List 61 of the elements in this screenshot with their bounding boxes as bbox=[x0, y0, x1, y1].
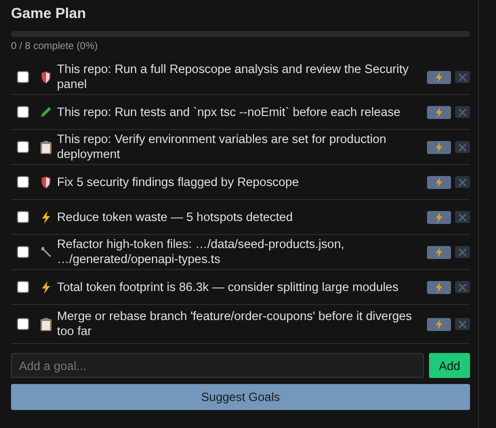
goal-text: Fix 5 security findings flagged by Reposcope bbox=[57, 174, 300, 190]
focus-button[interactable] bbox=[427, 140, 451, 154]
remove-button[interactable] bbox=[455, 141, 470, 153]
goal-input-field[interactable]: Add a goal... bbox=[11, 353, 424, 378]
close-icon bbox=[458, 142, 467, 152]
close-icon bbox=[458, 248, 467, 256]
shield-icon bbox=[40, 70, 50, 84]
lightning-icon bbox=[435, 106, 443, 118]
remove-button[interactable] bbox=[455, 246, 470, 258]
goal-checkbox[interactable] bbox=[17, 318, 29, 330]
lightning-icon bbox=[435, 142, 443, 152]
lightning-icon bbox=[435, 212, 443, 222]
panel-title: Game Plan bbox=[11, 5, 87, 24]
remove-button[interactable] bbox=[455, 281, 470, 293]
goal-text: This repo: Verify environment variables are set for production deployment bbox=[57, 132, 388, 162]
suggest-goals-button[interactable]: Suggest Goals bbox=[11, 384, 470, 410]
close-icon bbox=[458, 212, 467, 222]
remove-button[interactable] bbox=[455, 176, 470, 188]
remove-button[interactable] bbox=[455, 71, 470, 83]
close-icon bbox=[458, 320, 467, 328]
close-icon bbox=[458, 178, 467, 186]
focus-button[interactable] bbox=[427, 318, 451, 330]
remove-button[interactable] bbox=[455, 106, 470, 118]
lightning-icon bbox=[435, 282, 443, 292]
goal-text: Total token footprint is 86.3k — consider splitting large modules bbox=[57, 280, 400, 294]
focus-button[interactable] bbox=[427, 176, 451, 188]
focus-button[interactable] bbox=[427, 106, 451, 118]
progress-text: 0 / 8 complete (0%) bbox=[11, 41, 99, 53]
focus-button[interactable] bbox=[427, 70, 451, 84]
goal-checkbox[interactable] bbox=[17, 176, 29, 188]
goal-text: This repo: Run a full Reposcope analysis and review the Security panel bbox=[57, 62, 410, 92]
goal-checkbox[interactable] bbox=[17, 141, 29, 153]
clipboard-icon bbox=[40, 140, 52, 154]
lightning-icon bbox=[40, 210, 50, 224]
remove-button[interactable] bbox=[455, 211, 470, 223]
focus-button[interactable] bbox=[427, 210, 451, 224]
goal-text: Merge or rebase branch 'feature/order-coupons' before it diverges too far bbox=[57, 309, 413, 339]
shield-icon bbox=[40, 176, 50, 188]
goal-checkbox[interactable] bbox=[17, 106, 29, 118]
pencil-icon bbox=[40, 106, 52, 118]
goal-checkbox[interactable] bbox=[17, 281, 29, 293]
close-icon bbox=[458, 108, 467, 116]
goal-text: Refactor high-token files: …/data/seed-products.json, …/generated/openapi-types.ts bbox=[57, 237, 346, 267]
focus-button[interactable] bbox=[427, 280, 451, 294]
close-icon bbox=[458, 72, 467, 82]
wrench-icon bbox=[40, 246, 52, 258]
lightning-icon bbox=[435, 318, 443, 330]
goal-checkbox[interactable] bbox=[17, 71, 29, 83]
lightning-icon bbox=[40, 280, 50, 294]
add-button[interactable]: Add bbox=[429, 353, 470, 378]
goal-text: Reduce token waste — 5 hotspots detected bbox=[57, 210, 294, 224]
goal-checkbox[interactable] bbox=[17, 211, 29, 223]
goal-checkbox[interactable] bbox=[17, 246, 29, 258]
lightning-icon bbox=[435, 176, 443, 188]
lightning-icon bbox=[435, 72, 443, 82]
clipboard-icon bbox=[40, 318, 52, 330]
close-icon bbox=[458, 282, 467, 292]
goal-text: This repo: Run tests and `npx tsc --noEmit` before each release bbox=[57, 104, 402, 120]
focus-button[interactable] bbox=[427, 246, 451, 258]
lightning-icon bbox=[435, 246, 443, 258]
remove-button[interactable] bbox=[455, 318, 470, 330]
